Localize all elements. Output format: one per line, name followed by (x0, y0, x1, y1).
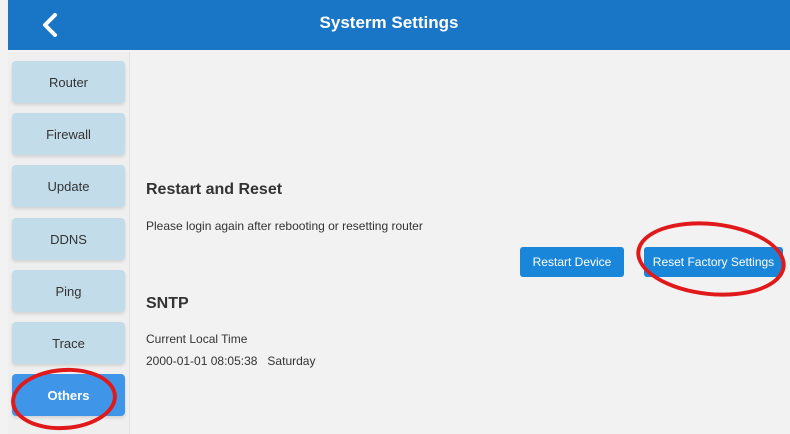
sidebar-item-trace[interactable]: Trace (12, 322, 125, 364)
main-content: Restart and Reset Please login again aft… (130, 52, 790, 434)
sidebar-item-update[interactable]: Update (12, 165, 125, 207)
sidebar-item-ddns[interactable]: DDNS (12, 218, 125, 260)
restart-reset-description: Please login again after rebooting or re… (146, 219, 423, 233)
title-bar: Systerm Settings (8, 0, 790, 50)
restart-device-button[interactable]: Restart Device (520, 247, 624, 277)
sidebar-item-router[interactable]: Router (12, 61, 125, 103)
sntp-heading: SNTP (146, 295, 189, 312)
sidebar-item-others[interactable]: Others (12, 374, 125, 416)
sidebar-item-firewall[interactable]: Firewall (12, 113, 125, 155)
settings-sidebar: Router Firewall Update DDNS Ping Trace O… (8, 52, 130, 434)
restart-reset-heading: Restart and Reset (146, 181, 283, 198)
sidebar-item-ping[interactable]: Ping (12, 270, 125, 312)
page-title: Systerm Settings (319, 13, 459, 32)
reset-factory-settings-button[interactable]: Reset Factory Settings (644, 247, 783, 277)
current-local-time-value: 2000-01-01 08:05:38 Saturday (146, 354, 316, 368)
current-local-time-label: Current Local Time (146, 332, 248, 346)
